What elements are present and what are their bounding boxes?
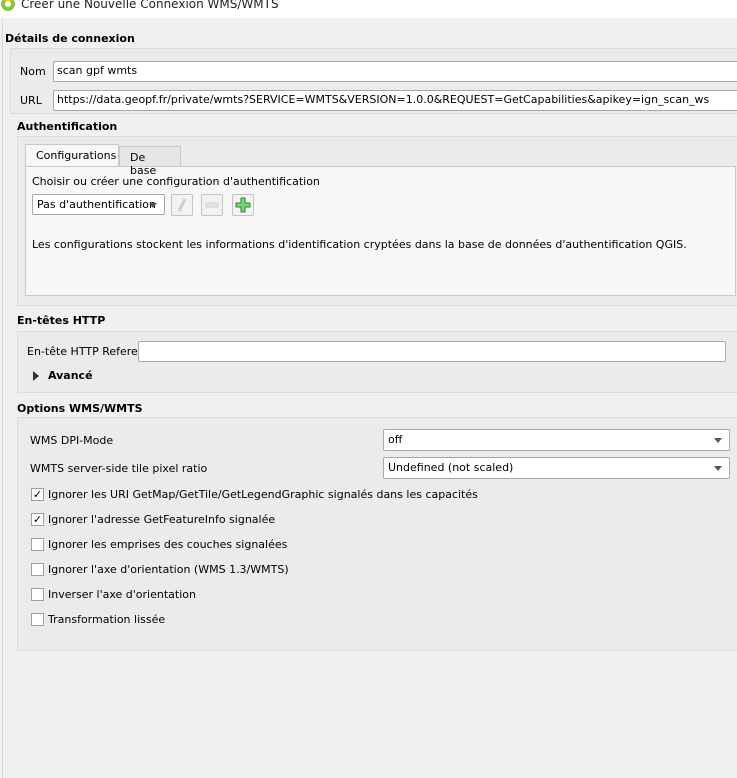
dpi-select[interactable]: off xyxy=(383,429,730,451)
chevron-down-icon xyxy=(714,438,722,443)
chevron-down-icon xyxy=(149,203,157,208)
url-input[interactable]: https://data.geopf.fr/private/wmts?SERVI… xyxy=(53,90,737,111)
checkbox-label[interactable]: Ignorer l'adresse GetFeatureInfo signalé… xyxy=(48,513,275,526)
tab-de-base[interactable]: De base xyxy=(119,146,181,177)
remove-config-button[interactable] xyxy=(201,194,223,216)
checkbox-label[interactable]: Transformation lissée xyxy=(48,613,165,626)
checkbox-label[interactable]: Inverser l'axe d'orientation xyxy=(48,588,196,601)
referer-input[interactable] xyxy=(138,341,726,362)
ratio-value: Undefined (not scaled) xyxy=(388,461,514,474)
expand-arrow-icon[interactable] xyxy=(33,371,39,381)
http-heading: En-têtes HTTP xyxy=(17,314,106,327)
checkbox[interactable] xyxy=(31,538,44,551)
auth-info-text: Les configurations stockent les informat… xyxy=(32,238,687,251)
checkbox-label[interactable]: Ignorer les URI GetMap/GetTile/GetLegend… xyxy=(48,488,478,501)
auth-config-select[interactable]: Pas d'authentification xyxy=(32,194,165,215)
dpi-label: WMS DPI-Mode xyxy=(30,434,114,447)
ratio-select[interactable]: Undefined (not scaled) xyxy=(383,457,730,479)
edit-config-button[interactable] xyxy=(171,194,193,216)
name-label: Nom xyxy=(20,65,46,78)
checkbox[interactable] xyxy=(31,588,44,601)
window-title: Créer une Nouvelle Connexion WMS/WMTS xyxy=(21,0,279,11)
minus-icon xyxy=(205,202,219,208)
pencil-icon xyxy=(177,198,187,212)
add-config-button[interactable] xyxy=(232,194,254,216)
checkbox-label[interactable]: Ignorer les emprises des couches signalé… xyxy=(48,538,287,551)
checkbox[interactable]: ✓ xyxy=(31,513,44,526)
dpi-value: off xyxy=(388,433,403,446)
details-heading: Détails de connexion xyxy=(5,32,135,45)
checkbox[interactable]: ✓ xyxy=(31,488,44,501)
url-label: URL xyxy=(20,94,42,107)
plus-icon xyxy=(235,197,251,213)
advanced-toggle[interactable]: Avancé xyxy=(48,369,93,382)
tab-configurations[interactable]: Configurations xyxy=(25,144,119,166)
checkbox[interactable] xyxy=(31,563,44,576)
auth-choose-label: Choisir ou créer une configuration d'aut… xyxy=(32,175,320,188)
auth-config-value: Pas d'authentification xyxy=(37,198,157,211)
referer-label: En-tête HTTP Referer xyxy=(27,345,143,358)
ratio-label: WMTS server-side tile pixel ratio xyxy=(30,462,208,475)
checkbox[interactable] xyxy=(31,613,44,626)
checkbox-label[interactable]: Ignorer l'axe d'orientation (WMS 1.3/WMT… xyxy=(48,563,289,576)
auth-heading: Authentification xyxy=(17,120,118,133)
name-input[interactable]: scan gpf wmts xyxy=(53,61,737,82)
chevron-down-icon xyxy=(714,466,722,471)
options-heading: Options WMS/WMTS xyxy=(17,402,143,415)
